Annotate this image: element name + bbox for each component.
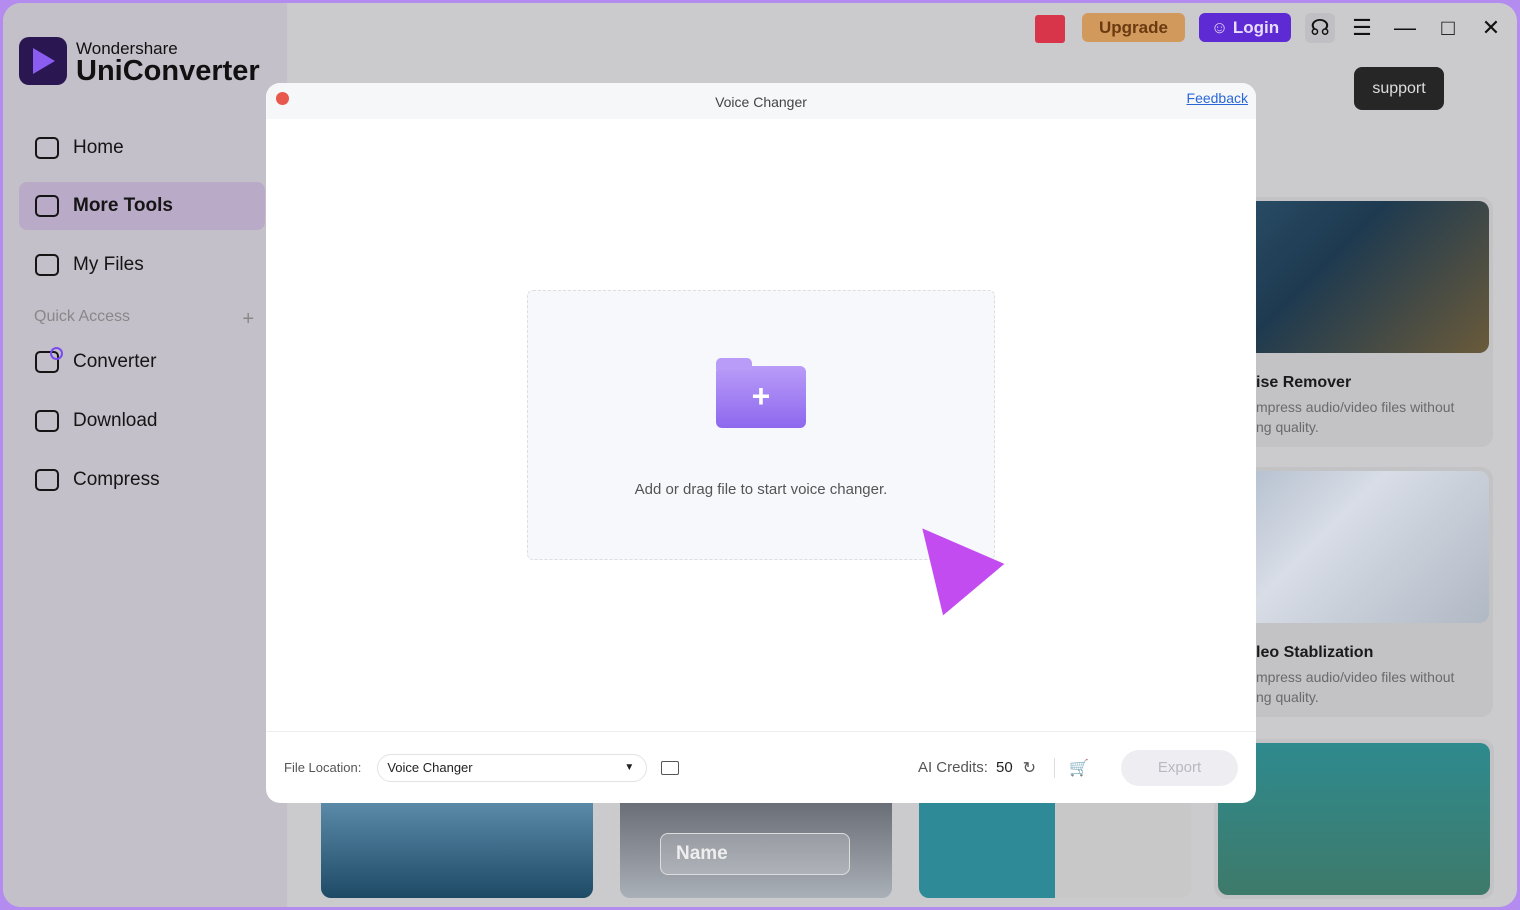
sidebar-item-label: My Files <box>73 254 144 275</box>
app-window: Wondershare UniConverter Home More Tools… <box>3 3 1517 907</box>
toolbox-icon <box>35 195 59 217</box>
sidebar-item-label: Home <box>73 137 124 158</box>
menu-list-icon[interactable]: ☰ <box>1347 13 1377 43</box>
quick-access-header: Quick Access + <box>34 308 254 331</box>
gift-icon[interactable] <box>1035 15 1065 43</box>
sidebar: Wondershare UniConverter Home More Tools… <box>3 3 287 907</box>
sidebar-item-download[interactable]: Download <box>19 397 265 445</box>
file-drop-zone[interactable]: + Add or drag file to start voice change… <box>527 290 995 560</box>
compress-icon <box>35 469 59 491</box>
add-quick-access-icon[interactable]: + <box>242 308 254 331</box>
cart-icon[interactable]: 🛒 <box>1054 757 1089 778</box>
download-icon <box>35 410 59 432</box>
file-location-label: File Location: <box>284 760 362 775</box>
card-title: ise Remover <box>1256 374 1352 391</box>
folder-icon[interactable] <box>661 760 680 775</box>
sidebar-item-home[interactable]: Home <box>19 124 265 172</box>
minimize-icon[interactable]: — <box>1390 13 1420 43</box>
sidebar-item-label: Compress <box>73 469 160 490</box>
card-thumbnail <box>1218 743 1490 895</box>
sidebar-item-label: Converter <box>73 351 157 372</box>
sidebar-item-converter[interactable]: Converter <box>19 338 265 386</box>
tool-card[interactable] <box>321 803 593 898</box>
chevron-down-icon: ▼ <box>624 762 635 773</box>
login-button[interactable]: ☺ Login <box>1199 13 1291 42</box>
ai-credits-value: 50 <box>995 759 1013 776</box>
quick-access-label: Quick Access <box>34 308 131 325</box>
card-description: mpress audio/video files without <box>1256 669 1455 685</box>
card-description: ng quality. <box>1256 689 1319 705</box>
upgrade-button[interactable]: Upgrade <box>1082 13 1185 42</box>
sidebar-item-label: Download <box>73 410 158 431</box>
maximize-icon[interactable]: □ <box>1433 13 1463 43</box>
support-tooltip: support <box>1354 67 1444 110</box>
dialog-header: Voice Changer Feedback <box>266 83 1256 119</box>
file-location-value: Voice Changer <box>387 760 473 775</box>
card-description: ng quality. <box>1256 419 1319 435</box>
sidebar-item-my-files[interactable]: My Files <box>19 241 265 289</box>
brand-large: UniConverter <box>76 55 260 87</box>
app-logo <box>19 37 67 85</box>
voice-changer-dialog: Voice Changer Feedback + Add or drag fil… <box>266 83 1256 803</box>
file-location-select[interactable]: Voice Changer ▼ <box>377 753 648 782</box>
refresh-icon[interactable]: ↻ <box>1023 758 1036 778</box>
tool-card[interactable]: Name <box>620 803 892 898</box>
ai-credits-label: AI Credits: <box>917 759 988 776</box>
home-icon <box>35 137 59 159</box>
headset-icon[interactable]: ☊ <box>1305 13 1335 43</box>
converter-icon <box>35 347 63 373</box>
sidebar-item-label: More Tools <box>73 195 173 216</box>
card-title: leo Stablization <box>1256 644 1374 661</box>
dialog-title: Voice Changer <box>715 94 807 110</box>
close-icon[interactable]: ✕ <box>1476 13 1506 43</box>
tool-card[interactable] <box>919 803 1191 898</box>
sidebar-item-more-tools[interactable]: More Tools <box>19 182 265 230</box>
card-description: mpress audio/video files without <box>1256 399 1455 415</box>
sidebar-item-compress[interactable]: Compress <box>19 456 265 504</box>
drop-zone-text: Add or drag file to start voice changer. <box>634 481 888 498</box>
name-field-preview: Name <box>660 833 850 875</box>
export-button[interactable]: Export <box>1121 749 1238 786</box>
add-folder-icon[interactable]: + <box>716 358 806 428</box>
tool-card[interactable] <box>1214 739 1494 899</box>
feedback-link[interactable]: Feedback <box>1187 90 1248 106</box>
login-label: Login <box>1232 18 1280 37</box>
dialog-footer: File Location: Voice Changer ▼ AI Credits… <box>266 731 1256 803</box>
user-icon: ☺ <box>1210 18 1233 37</box>
files-icon <box>35 254 59 276</box>
